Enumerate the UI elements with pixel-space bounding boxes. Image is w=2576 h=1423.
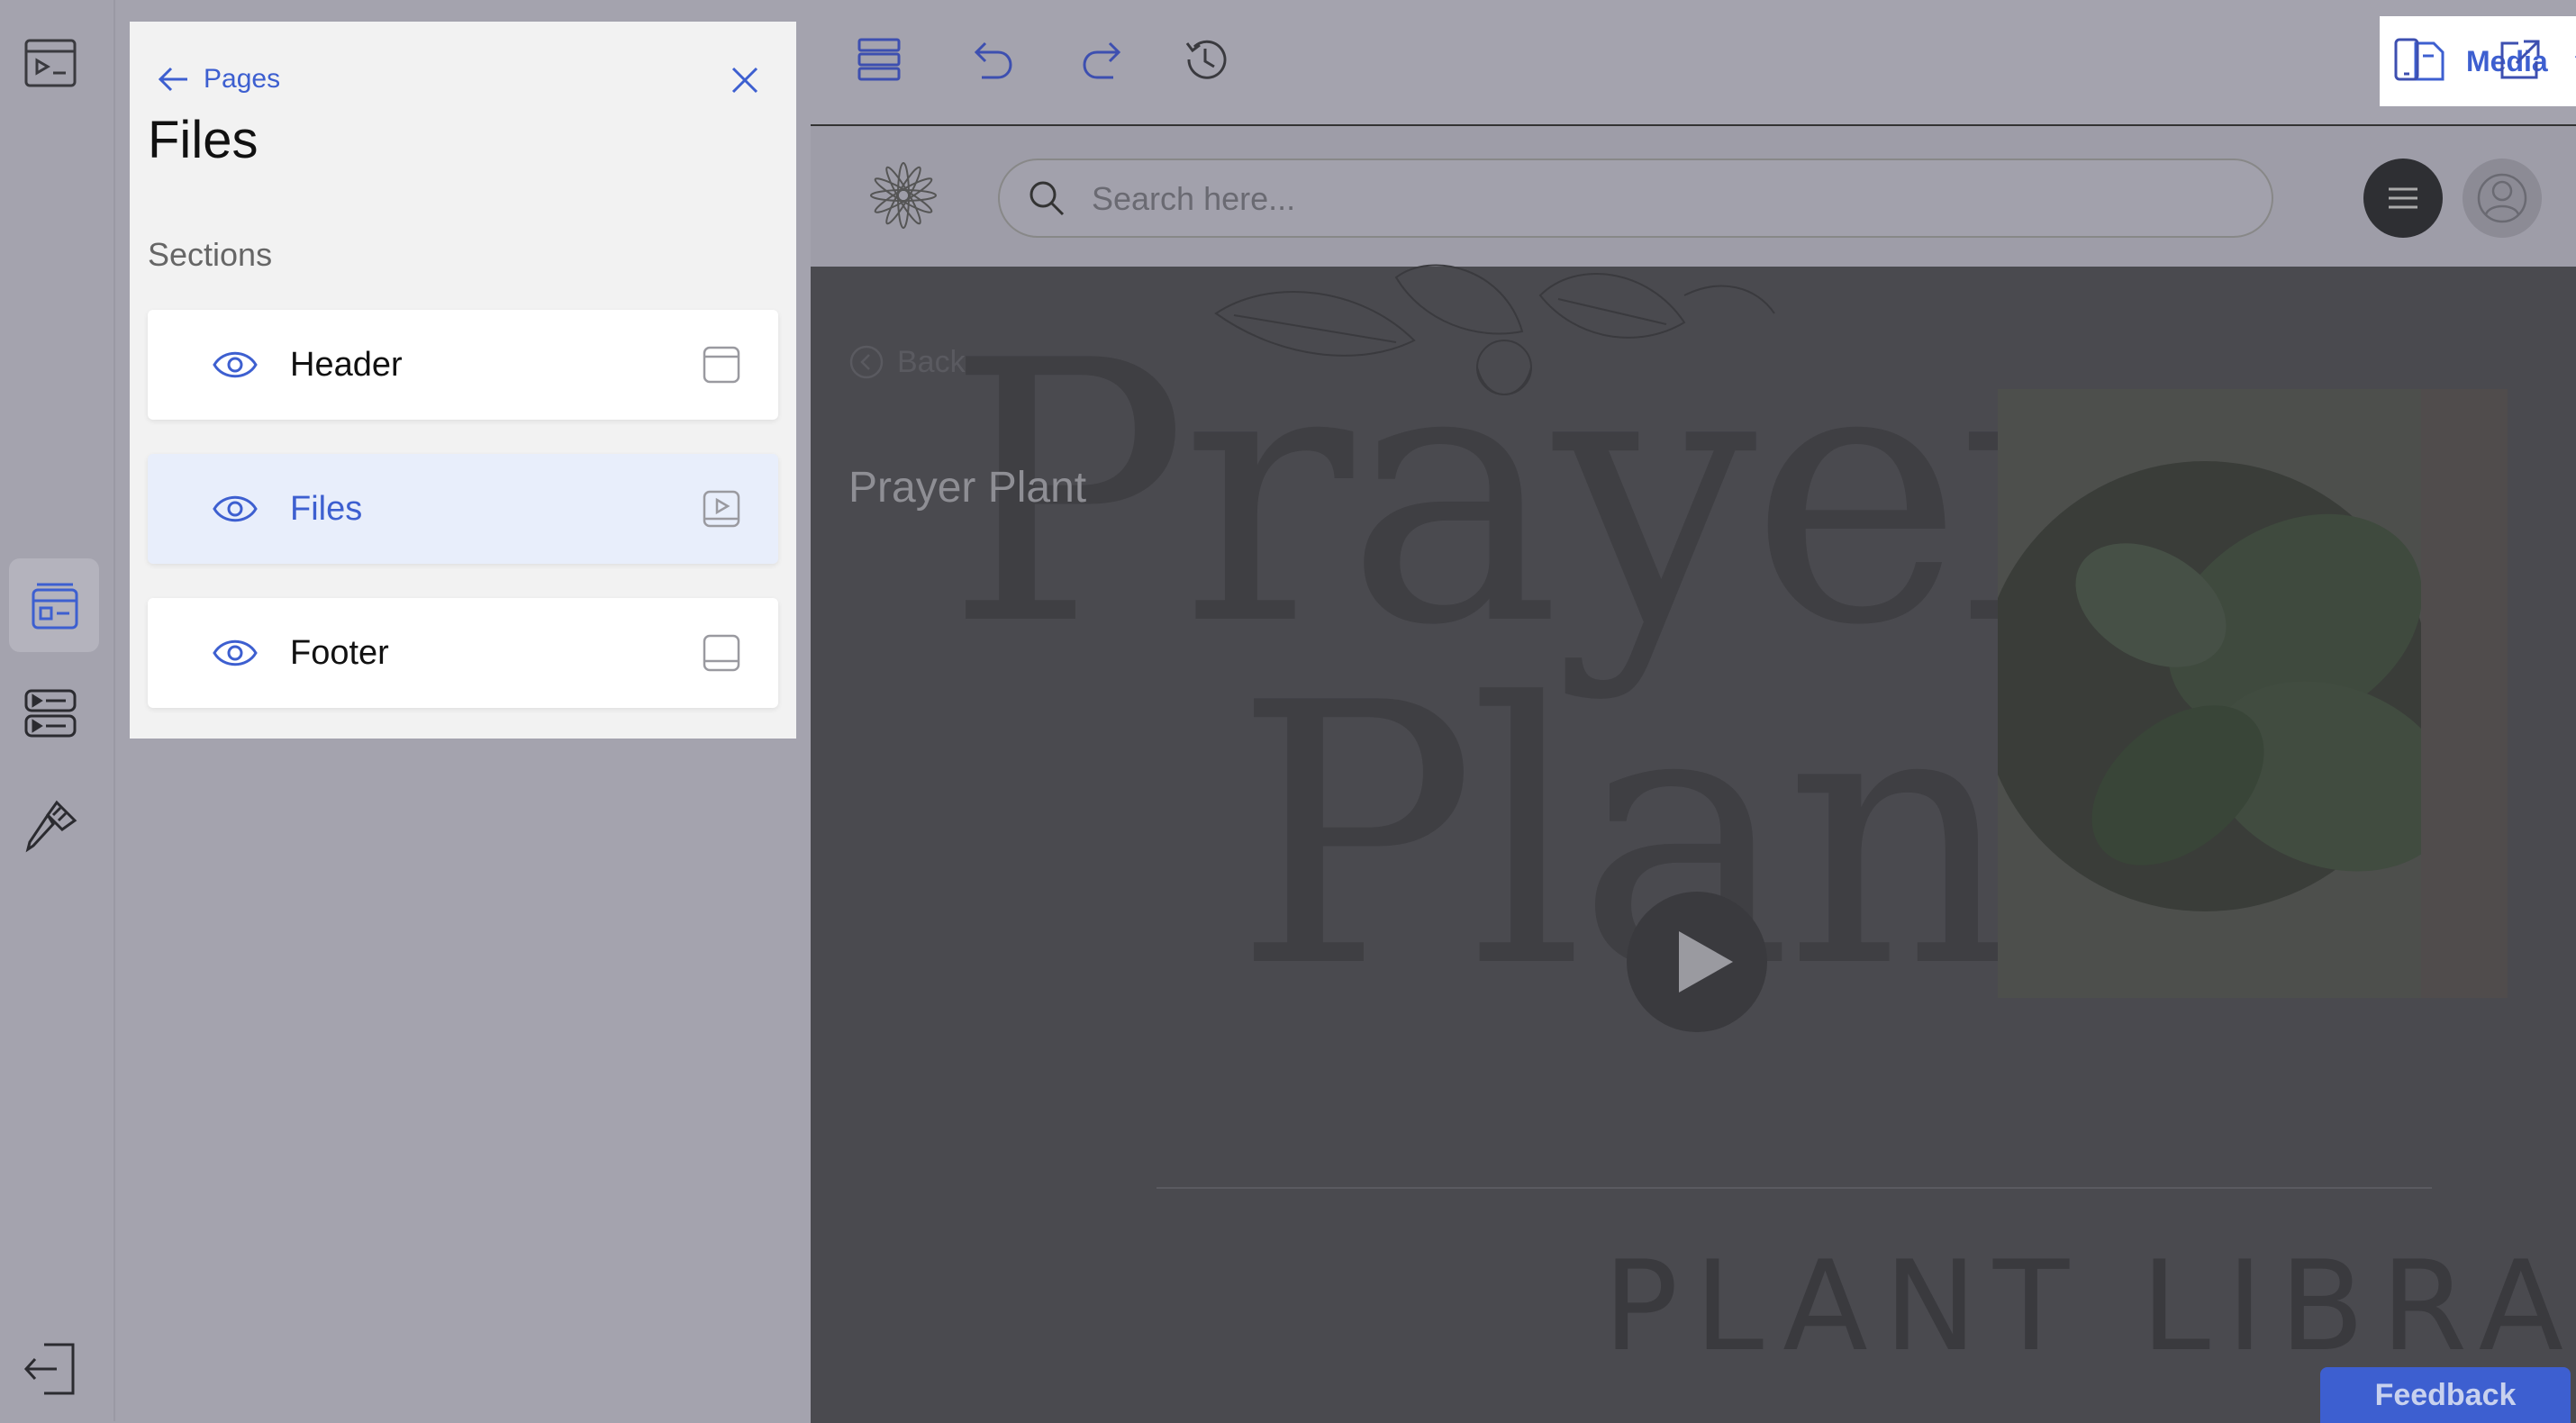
pages-layout-icon [32,583,78,630]
close-icon[interactable] [726,61,764,99]
user-icon [2477,173,2527,223]
user-avatar[interactable] [2463,159,2542,238]
section-item-header[interactable]: Header [148,310,778,420]
plant-library-heading: PLANT LIBRARY [1603,1234,2576,1379]
search-placeholder: Search here... [1092,180,1296,217]
video-play-button[interactable] [1627,892,1767,1032]
play-icon [1679,931,1733,992]
section-divider [1156,1187,2432,1189]
mobile-preview-icon[interactable] [2381,34,2432,85]
open-external-icon[interactable] [2495,34,2545,85]
circle-arrow-left-icon [849,345,884,379]
page-heading: Prayer Plant [848,464,1087,512]
eye-icon[interactable] [211,485,259,533]
eye-icon[interactable] [211,629,259,677]
panel-subtitle: Sections [148,236,273,273]
exit-button[interactable] [18,1337,83,1401]
plant-photo-art [1998,389,2508,998]
arrow-left-icon [158,67,187,92]
chevron-down-icon [2574,56,2576,59]
preview-mode-button[interactable] [18,31,83,95]
preview-mode-icon [24,39,77,87]
site-header: Search here... [811,126,2576,267]
flower-logo-icon [870,162,937,229]
feedback-button[interactable]: Feedback [2320,1367,2571,1423]
pages-layout-button[interactable] [9,558,99,652]
redo-icon[interactable] [1079,34,1129,85]
footer-layout-icon [703,634,740,672]
header-layout-icon [703,346,740,384]
sections-list-button[interactable] [18,681,83,746]
editor-toolbar: Media [811,0,2576,124]
site-preview: Search here... Prayer Plant Back Prayer … [811,124,2576,1423]
media-layout-icon [703,490,740,528]
panel-title: Files [148,111,259,169]
left-rail [0,0,115,1421]
layers-icon[interactable] [854,34,904,85]
back-to-pages-link[interactable]: Pages [155,61,280,97]
search-icon [1029,181,1065,216]
section-label: Header [290,345,403,384]
exit-icon [23,1343,75,1395]
sections-panel: Pages Files Sections Header Files Footer [130,22,796,739]
site-back-label: Back [897,344,966,379]
hamburger-icon [2389,187,2417,209]
section-label: Files [290,489,363,528]
section-label: Footer [290,633,389,672]
site-back-link[interactable]: Back [848,344,966,380]
undo-icon[interactable] [966,34,1016,85]
sections-list-icon [24,689,77,738]
site-menu-button[interactable] [2363,159,2443,238]
section-item-files[interactable]: Files [148,454,778,564]
plant-photo [1998,389,2508,998]
brush-icon [25,800,77,853]
section-item-footer[interactable]: Footer [148,598,778,708]
back-label: Pages [204,64,281,94]
site-search-input[interactable]: Search here... [998,159,2273,238]
theme-brush-button[interactable] [18,794,83,859]
hero-word-line1: Prayer [946,286,2128,704]
eye-icon[interactable] [211,340,259,389]
history-icon[interactable] [1180,34,1230,85]
